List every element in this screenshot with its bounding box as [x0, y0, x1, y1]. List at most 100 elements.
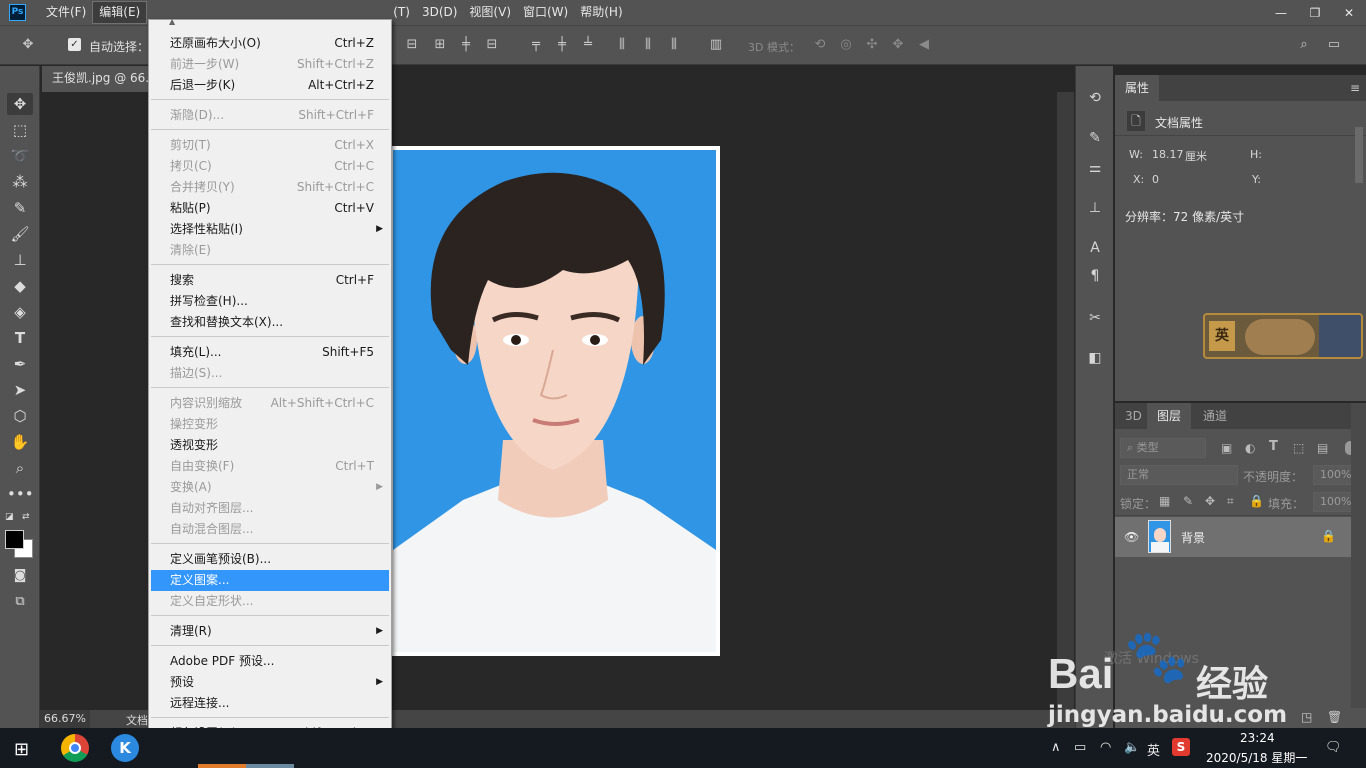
paragraph-icon[interactable]: ¶	[1085, 266, 1105, 286]
width-value[interactable]: 18.17	[1152, 148, 1184, 161]
history-icon[interactable]: ⟲	[1085, 88, 1105, 108]
edit-menu-item[interactable]: 自由变换(F) Ctrl+T	[151, 456, 389, 477]
edit-menu-item[interactable]: 清除(E)	[151, 240, 389, 261]
chrome-icon[interactable]	[61, 734, 89, 762]
zoom-level[interactable]: 66.67%	[40, 710, 90, 728]
menu-scroll-up-icon[interactable]: ▲	[169, 17, 175, 26]
screen-mode-icon[interactable]: ⧉	[7, 591, 33, 613]
canvas-scrollbar[interactable]	[1057, 92, 1074, 710]
magic-wand-tool-icon[interactable]: ⁂	[7, 171, 33, 193]
delete-layer-icon[interactable]: 🗑	[1327, 710, 1342, 724]
layer-name[interactable]: 背景	[1181, 529, 1205, 546]
layer-comps-icon[interactable]: ◧	[1085, 348, 1105, 368]
edit-menu-item[interactable]: Adobe PDF 预设...	[151, 651, 389, 672]
3d-slide-icon[interactable]: ✥	[890, 37, 906, 53]
type-tool-icon[interactable]: T	[7, 327, 33, 349]
swap-colors-icon[interactable]: ⇄	[22, 512, 30, 522]
move-tool-icon[interactable]: ✥	[20, 37, 36, 53]
distribute-center-icon[interactable]: ⫼	[640, 37, 656, 53]
3d-camera-icon[interactable]: ◀	[916, 37, 932, 53]
zoom-tool-icon[interactable]: ⌕	[7, 457, 33, 479]
menu-help[interactable]: 帮助(H)	[574, 0, 628, 25]
lock-all-icon[interactable]: 🔒	[1249, 494, 1264, 508]
edit-menu-item[interactable]: 定义自定形状...	[151, 591, 389, 612]
notification-icon[interactable]: 🗨	[1325, 740, 1342, 755]
align-left-icon[interactable]: ⊟	[404, 37, 420, 53]
start-windows-icon[interactable]: ⊞	[14, 739, 29, 760]
edit-menu-item[interactable]: 选择性粘贴(I) ▶	[151, 219, 389, 240]
filter-shape-icon[interactable]: ⬚	[1293, 441, 1304, 455]
edit-menu-item[interactable]: 描边(S)...	[151, 363, 389, 384]
restore-button[interactable]: ❐	[1298, 0, 1332, 25]
edit-menu-item[interactable]: 定义画笔预设(B)...	[151, 549, 389, 570]
layers-scrollbar[interactable]	[1351, 403, 1366, 728]
align-vcenter-icon[interactable]: ╪	[554, 37, 570, 53]
edit-menu-item[interactable]: 自动对齐图层...	[151, 498, 389, 519]
filter-pixel-icon[interactable]: ▣	[1221, 441, 1232, 455]
taskbar-active-app[interactable]	[198, 764, 246, 768]
workspace-icon[interactable]: ▭	[1326, 37, 1342, 53]
move-tool-icon[interactable]: ✥	[7, 93, 33, 115]
edit-menu-item[interactable]: 远程连接...	[151, 693, 389, 714]
tools-preset-icon[interactable]: ✂	[1085, 308, 1105, 328]
distribute-left-icon[interactable]: ⫼	[614, 37, 630, 53]
layer-filter-select[interactable]: ⌕ 类型	[1120, 438, 1206, 458]
panel-menu-icon[interactable]: ≡	[1350, 81, 1360, 95]
align-top-icon[interactable]: ╤	[528, 37, 544, 53]
path-select-tool-icon[interactable]: ➤	[7, 379, 33, 401]
align-center-icon[interactable]: ⊞	[432, 37, 448, 53]
quick-mask-icon[interactable]: ◙	[7, 565, 33, 587]
menu-edit[interactable]: 编辑(E)	[92, 1, 148, 24]
edit-menu-item[interactable]: 变换(A) ▶	[151, 477, 389, 498]
align-bottom-icon[interactable]: ╧	[580, 37, 596, 53]
edit-menu-item[interactable]: 清理(R) ▶	[151, 621, 389, 642]
edit-menu-item[interactable]: 剪切(T) Ctrl+X	[151, 135, 389, 156]
layer-row-background[interactable]: 👁 背景 🔒	[1115, 517, 1351, 557]
distribute-right-icon[interactable]: ⫼	[666, 37, 682, 53]
sogou-ime-icon[interactable]: S	[1172, 738, 1190, 756]
edit-menu-item[interactable]: 还原画布大小(O) Ctrl+Z	[151, 33, 389, 54]
tray-ime-label[interactable]: 英	[1147, 740, 1160, 759]
marquee-tool-icon[interactable]: ⬚	[7, 119, 33, 141]
menu-view[interactable]: 视图(V)	[463, 0, 517, 25]
filter-adjust-icon[interactable]: ◐	[1245, 441, 1255, 455]
search-icon[interactable]: ⌕	[1296, 37, 1312, 53]
edit-menu-item[interactable]: 拷贝(C) Ctrl+C	[151, 156, 389, 177]
edit-menu-item[interactable]: 渐隐(D)... Shift+Ctrl+F	[151, 105, 389, 126]
edit-menu-item[interactable]: 后退一步(K) Alt+Ctrl+Z	[151, 75, 389, 96]
edit-menu-item[interactable]: 透视变形	[151, 435, 389, 456]
tray-chevron-icon[interactable]: ∧	[1051, 740, 1061, 755]
3d-roll-icon[interactable]: ◎	[838, 37, 854, 53]
shape-tool-icon[interactable]: ⬡	[7, 405, 33, 427]
tab-properties[interactable]: 属性	[1115, 75, 1160, 101]
clone-source-icon[interactable]: ⊥	[1085, 198, 1105, 218]
lock-transparent-icon[interactable]: ▦	[1159, 494, 1170, 508]
menu-window[interactable]: 窗口(W)	[517, 0, 574, 25]
edit-menu-item[interactable]: 内容识别缩放 Alt+Shift+Ctrl+C	[151, 393, 389, 414]
properties-scrollbar[interactable]	[1355, 127, 1363, 183]
eyedropper-tool-icon[interactable]: ✎	[7, 197, 33, 219]
adjustments-icon[interactable]: ⚌	[1085, 158, 1105, 178]
tab-layers[interactable]: 图层	[1147, 403, 1192, 429]
lock-position-icon[interactable]: ✥	[1205, 494, 1215, 508]
foreground-color-swatch[interactable]	[5, 530, 24, 549]
edit-menu-item[interactable]: 自动混合图层...	[151, 519, 389, 540]
pen-tool-icon[interactable]: ✒	[7, 353, 33, 375]
edit-menu-item[interactable]: 粘贴(P) Ctrl+V	[151, 198, 389, 219]
kugou-icon[interactable]: K	[111, 734, 139, 762]
x-value[interactable]: 0	[1152, 173, 1159, 186]
lock-pixels-icon[interactable]: ✎	[1183, 494, 1193, 508]
layer-visibility-eye-icon[interactable]: 👁	[1124, 530, 1139, 544]
character-icon[interactable]: A	[1085, 238, 1105, 258]
edit-menu-item[interactable]: 搜索 Ctrl+F	[151, 270, 389, 291]
tray-volume-icon[interactable]: 🔈	[1124, 740, 1140, 755]
taskbar-app[interactable]	[246, 764, 294, 768]
eraser-tool-icon[interactable]: ◆	[7, 275, 33, 297]
brush-tool-icon[interactable]: 🖌	[7, 223, 33, 245]
auto-select-checkbox[interactable]: ✓	[68, 38, 81, 51]
align-right-icon[interactable]: ⊟	[484, 37, 500, 53]
3d-pan-icon[interactable]: ✣	[864, 37, 880, 53]
tray-battery-icon[interactable]: ▭	[1074, 740, 1086, 755]
default-colors-icon[interactable]: ◪	[5, 512, 14, 522]
align-hcenter-icon[interactable]: ╪	[458, 37, 474, 53]
